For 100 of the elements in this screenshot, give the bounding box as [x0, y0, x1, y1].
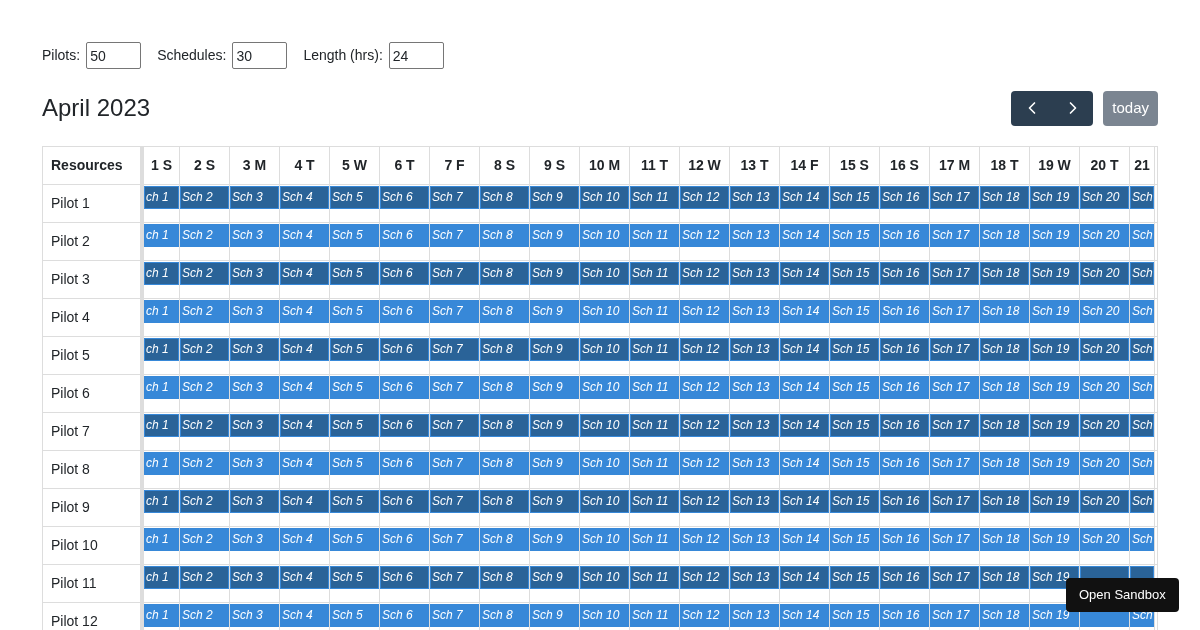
event-bar[interactable]: Sch 15 — [830, 566, 879, 589]
event-bar[interactable]: Sch 13 — [730, 300, 779, 323]
number-field[interactable]: 30 — [232, 42, 288, 69]
event-bar[interactable]: Sch 15 — [830, 376, 879, 399]
event-bar[interactable]: Sch 14 — [780, 604, 829, 627]
event-bar[interactable]: Sch 14 — [780, 376, 829, 399]
event-bar[interactable]: Sch 2 — [180, 224, 229, 247]
event-bar[interactable]: Sch 8 — [480, 528, 529, 551]
event-bar[interactable]: Sch 16 — [880, 338, 929, 361]
event-bar[interactable]: Sch 7 — [430, 414, 479, 437]
event-bar[interactable]: Sch 18 — [980, 414, 1029, 437]
event-bar[interactable]: Sch 6 — [380, 414, 429, 437]
event-bar[interactable]: Sch 9 — [530, 604, 579, 627]
event-bar[interactable]: Sch 10 — [580, 452, 629, 475]
event-bar[interactable]: Sch 14 — [780, 186, 829, 209]
event-bar[interactable]: Sch 12 — [680, 338, 729, 361]
event-bar[interactable]: Sch 4 — [280, 604, 329, 627]
event-bar[interactable]: Sch 8 — [480, 224, 529, 247]
event-bar[interactable]: Sch 4 — [280, 452, 329, 475]
event-bar[interactable]: Sch 13 — [730, 452, 779, 475]
event-bar[interactable]: ch 1 — [144, 566, 179, 589]
event-bar[interactable]: Sch 8 — [480, 338, 529, 361]
event-bar[interactable]: Sch 16 — [880, 528, 929, 551]
event-bar[interactable]: ch 1 — [144, 186, 179, 209]
event-bar[interactable]: Sch 20 — [1080, 528, 1129, 551]
event-bar[interactable]: Sch 15 — [830, 452, 879, 475]
event-bar[interactable]: ch 1 — [144, 452, 179, 475]
event-bar[interactable]: Sch 7 — [430, 528, 479, 551]
event-bar[interactable]: Sch 6 — [380, 604, 429, 627]
event-bar[interactable]: Sch 19 — [1030, 414, 1079, 437]
event-bar[interactable]: Sch 2 — [180, 414, 229, 437]
event-bar[interactable]: Sch 8 — [480, 452, 529, 475]
event-bar[interactable]: Sch 15 — [830, 338, 879, 361]
event-bar[interactable]: Sch 3 — [230, 452, 279, 475]
event-bar[interactable]: Sch 20 — [1080, 300, 1129, 323]
event-bar[interactable]: Sch — [1130, 338, 1154, 361]
event-bar[interactable]: Sch 4 — [280, 376, 329, 399]
event-bar[interactable]: Sch 19 — [1030, 528, 1079, 551]
event-bar[interactable]: Sch 16 — [880, 566, 929, 589]
event-bar[interactable]: Sch 7 — [430, 224, 479, 247]
event-bar[interactable]: Sch 6 — [380, 490, 429, 513]
event-bar[interactable]: Sch 11 — [630, 186, 679, 209]
event-bar[interactable]: Sch 15 — [830, 490, 879, 513]
event-bar[interactable]: Sch 16 — [880, 452, 929, 475]
event-bar[interactable]: Sch 7 — [430, 300, 479, 323]
event-bar[interactable]: Sch 9 — [530, 452, 579, 475]
event-bar[interactable]: Sch 20 — [1080, 262, 1129, 285]
event-bar[interactable]: Sch 10 — [580, 338, 629, 361]
event-bar[interactable]: Sch 3 — [230, 376, 279, 399]
event-bar[interactable]: Sch 9 — [530, 566, 579, 589]
event-bar[interactable]: Sch 18 — [980, 528, 1029, 551]
event-bar[interactable]: Sch 13 — [730, 414, 779, 437]
event-bar[interactable]: Sch 5 — [330, 300, 379, 323]
event-bar[interactable]: Sch 18 — [980, 338, 1029, 361]
event-bar[interactable]: Sch 2 — [180, 528, 229, 551]
event-bar[interactable]: Sch 9 — [530, 528, 579, 551]
event-bar[interactable]: Sch 11 — [630, 490, 679, 513]
event-bar[interactable]: Sch 19 — [1030, 300, 1079, 323]
event-bar[interactable]: ch 1 — [144, 528, 179, 551]
event-bar[interactable]: Sch 13 — [730, 338, 779, 361]
event-bar[interactable]: ch 1 — [144, 224, 179, 247]
event-bar[interactable]: Sch 5 — [330, 262, 379, 285]
event-bar[interactable]: Sch 5 — [330, 338, 379, 361]
event-bar[interactable]: Sch 11 — [630, 376, 679, 399]
event-bar[interactable]: Sch 3 — [230, 414, 279, 437]
event-bar[interactable]: Sch 20 — [1080, 186, 1129, 209]
event-bar[interactable]: Sch 17 — [930, 224, 979, 247]
event-bar[interactable]: Sch — [1130, 262, 1154, 285]
event-bar[interactable]: Sch 13 — [730, 224, 779, 247]
event-bar[interactable]: Sch 18 — [980, 604, 1029, 627]
event-bar[interactable]: Sch 15 — [830, 262, 879, 285]
event-bar[interactable]: Sch 17 — [930, 186, 979, 209]
event-bar[interactable]: Sch 14 — [780, 490, 829, 513]
event-bar[interactable]: Sch 9 — [530, 414, 579, 437]
event-bar[interactable]: Sch 18 — [980, 376, 1029, 399]
event-bar[interactable]: Sch 11 — [630, 262, 679, 285]
event-bar[interactable]: Sch 17 — [930, 376, 979, 399]
event-bar[interactable]: ch 1 — [144, 300, 179, 323]
event-bar[interactable]: Sch 10 — [580, 376, 629, 399]
event-bar[interactable]: Sch 11 — [630, 224, 679, 247]
event-bar[interactable]: Sch 4 — [280, 490, 329, 513]
event-bar[interactable]: Sch 7 — [430, 604, 479, 627]
number-field[interactable]: 50 — [86, 42, 142, 69]
event-bar[interactable]: Sch 17 — [930, 300, 979, 323]
event-bar[interactable]: Sch 2 — [180, 490, 229, 513]
event-bar[interactable]: Sch 14 — [780, 224, 829, 247]
event-bar[interactable]: Sch 6 — [380, 528, 429, 551]
event-bar[interactable]: Sch 8 — [480, 566, 529, 589]
event-bar[interactable]: Sch 5 — [330, 186, 379, 209]
event-bar[interactable]: Sch 19 — [1030, 186, 1079, 209]
event-bar[interactable]: Sch 12 — [680, 414, 729, 437]
event-bar[interactable]: Sch 13 — [730, 186, 779, 209]
event-bar[interactable]: ch 1 — [144, 262, 179, 285]
event-bar[interactable]: Sch 13 — [730, 262, 779, 285]
event-bar[interactable]: Sch 20 — [1080, 414, 1129, 437]
event-bar[interactable]: Sch 3 — [230, 300, 279, 323]
event-bar[interactable]: Sch 19 — [1030, 262, 1079, 285]
event-bar[interactable]: Sch 16 — [880, 490, 929, 513]
event-bar[interactable]: Sch 6 — [380, 566, 429, 589]
event-bar[interactable]: Sch 15 — [830, 414, 879, 437]
